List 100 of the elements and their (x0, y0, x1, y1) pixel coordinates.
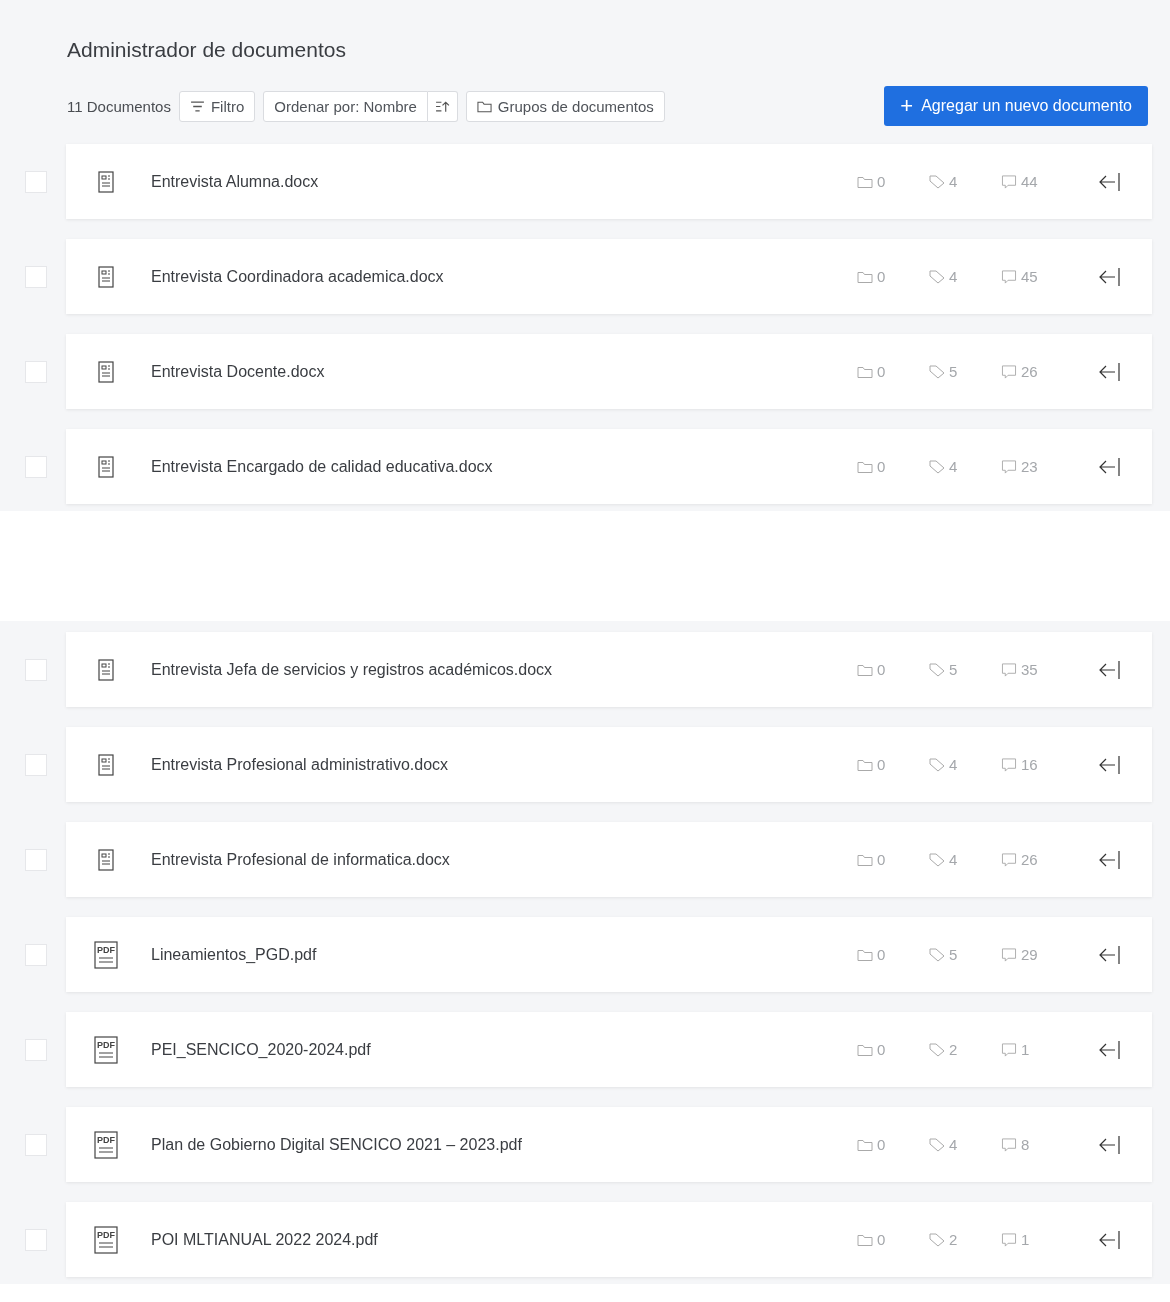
document-icon (98, 753, 114, 776)
document-card[interactable]: Entrevista Docente.docx 0 5 26 (66, 334, 1152, 409)
code-count: 4 (949, 268, 958, 285)
group-count: 0 (877, 851, 886, 868)
comment-icon (1001, 947, 1017, 962)
arrow-left-bar-icon[interactable] (1098, 171, 1122, 192)
document-name: Entrevista Jefa de servicios y registros académicos.docx (151, 660, 554, 679)
comment-count: 44 (1021, 173, 1038, 190)
code-count: 4 (949, 851, 958, 868)
row-checkbox[interactable] (25, 848, 47, 871)
add-document-button[interactable]: + Agregar un nuevo documento (884, 86, 1148, 126)
document-name: PEI_SENCICO_2020-2024.pdf (151, 1040, 372, 1059)
pdf-file-icon: PDF (94, 940, 118, 969)
comment-icon (1001, 269, 1017, 284)
document-name: Entrevista Coordinadora academica.docx (151, 267, 445, 286)
comment-icon (1001, 459, 1017, 474)
tag-icon (929, 1232, 945, 1247)
row-checkbox[interactable] (25, 1038, 47, 1061)
document-card[interactable]: Entrevista Jefa de servicios y registros académicos.docx 0 5 35 (66, 632, 1152, 707)
filter-button[interactable]: Filtro (178, 90, 256, 122)
tag-icon (929, 852, 945, 867)
comment-icon (1001, 1232, 1017, 1247)
comment-count: 29 (1021, 946, 1038, 963)
pdf-file-icon: PDF (94, 1035, 118, 1064)
comment-count: 35 (1021, 661, 1038, 678)
arrow-left-bar-icon[interactable] (1098, 849, 1122, 870)
group-count: 0 (877, 756, 886, 773)
document-card[interactable]: Entrevista Profesional administrativo.docx 0 4 16 (66, 727, 1152, 802)
document-name: Entrevista Encargado de calidad educativa.docx (151, 457, 494, 476)
document-name: Entrevista Docente.docx (151, 362, 326, 381)
row-checkbox[interactable] (25, 265, 47, 288)
sort-ascending-icon (434, 99, 450, 113)
arrow-left-bar-icon[interactable] (1098, 944, 1122, 965)
comment-icon (1001, 174, 1017, 189)
comment-icon (1001, 662, 1017, 677)
document-card[interactable]: PDF PEI_SENCICO_2020-2024.pdf 0 2 1 (66, 1012, 1152, 1087)
comment-count: 1 (1021, 1041, 1030, 1058)
arrow-left-bar-icon[interactable] (1098, 456, 1122, 477)
tag-icon (929, 174, 945, 189)
arrow-left-bar-icon[interactable] (1098, 754, 1122, 775)
arrow-left-bar-icon[interactable] (1098, 1039, 1122, 1060)
document-card[interactable]: PDF POI MLTIANUAL 2022 2024.pdf 0 2 1 (66, 1202, 1152, 1277)
pdf-file-icon: PDF (94, 1225, 118, 1254)
tag-icon (929, 757, 945, 772)
tag-icon (929, 459, 945, 474)
row-checkbox[interactable] (25, 943, 47, 966)
row-checkbox[interactable] (25, 1228, 47, 1251)
document-card[interactable]: Entrevista Alumna.docx 0 4 44 (66, 144, 1152, 219)
comment-count: 23 (1021, 458, 1038, 475)
code-count: 2 (949, 1041, 958, 1058)
document-card[interactable]: Entrevista Coordinadora academica.docx 0 4 45 (66, 239, 1152, 314)
row-checkbox[interactable] (25, 455, 47, 478)
document-card[interactable]: PDF Plan de Gobierno Digital SENCICO 2021 – 2023.pdf 0 4 8 (66, 1107, 1152, 1182)
folder-icon (857, 852, 873, 867)
document-name: Entrevista Profesional de informatica.docx (151, 850, 451, 869)
arrow-left-bar-icon[interactable] (1098, 1134, 1122, 1155)
document-name: POI MLTIANUAL 2022 2024.pdf (151, 1230, 379, 1249)
tag-icon (929, 1137, 945, 1152)
comment-icon (1001, 364, 1017, 379)
folder-icon (857, 364, 873, 379)
arrow-left-bar-icon[interactable] (1098, 361, 1122, 382)
group-count: 0 (877, 268, 886, 285)
document-card[interactable]: Entrevista Profesional de informatica.docx 0 4 26 (66, 822, 1152, 897)
tag-icon (929, 364, 945, 379)
comment-count: 26 (1021, 851, 1038, 868)
row-checkbox[interactable] (25, 753, 47, 776)
arrow-left-bar-icon[interactable] (1098, 1229, 1122, 1250)
row-checkbox[interactable] (25, 170, 47, 193)
row-checkbox[interactable] (25, 658, 47, 681)
document-name: Entrevista Alumna.docx (151, 172, 320, 191)
document-icon (98, 455, 114, 478)
code-count: 4 (949, 1136, 958, 1153)
row-checkbox[interactable] (25, 1133, 47, 1156)
arrow-left-bar-icon[interactable] (1098, 659, 1122, 680)
document-card[interactable]: PDF Lineamientos_PGD.pdf 0 5 29 (66, 917, 1152, 992)
group-count: 0 (877, 458, 886, 475)
sort-button[interactable]: Ordenar por: Nombre (263, 90, 428, 122)
document-name: Entrevista Profesional administrativo.docx (151, 755, 450, 774)
code-count: 4 (949, 458, 958, 475)
code-count: 4 (949, 756, 958, 773)
folder-icon (857, 662, 873, 677)
document-name: Plan de Gobierno Digital SENCICO 2021 – 2023.pdf (151, 1135, 523, 1154)
comment-count: 26 (1021, 363, 1038, 380)
folder-icon (857, 947, 873, 962)
document-groups-button[interactable]: Grupos de documentos (465, 90, 665, 122)
group-count: 0 (877, 1041, 886, 1058)
row-checkbox[interactable] (25, 360, 47, 383)
comment-icon (1001, 1137, 1017, 1152)
group-count: 0 (877, 363, 886, 380)
code-count: 5 (949, 946, 958, 963)
arrow-left-bar-icon[interactable] (1098, 266, 1122, 287)
document-icon (98, 658, 114, 681)
sort-direction-button[interactable] (427, 90, 458, 122)
document-card[interactable]: Entrevista Encargado de calidad educativa.docx 0 4 23 (66, 429, 1152, 504)
page-title: Administrador de documentos (67, 37, 347, 63)
group-count: 0 (877, 1136, 886, 1153)
comment-icon (1001, 1042, 1017, 1057)
code-count: 5 (949, 661, 958, 678)
tag-icon (929, 1042, 945, 1057)
tag-icon (929, 269, 945, 284)
